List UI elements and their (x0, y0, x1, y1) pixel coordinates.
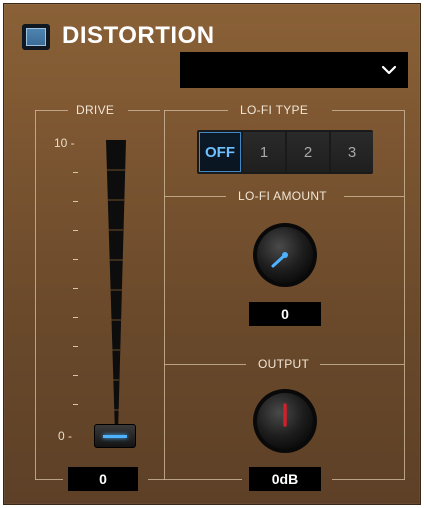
drive-frame-top-right (128, 110, 160, 111)
enable-toggle[interactable] (22, 24, 50, 50)
drive-tick (73, 346, 78, 347)
preset-dropdown[interactable] (180, 52, 408, 88)
drive-max-label: 10 - (54, 136, 75, 150)
amount-divider-left (164, 196, 226, 197)
lofi-type-3[interactable]: 3 (331, 132, 373, 172)
output-value[interactable]: 0dB (249, 467, 321, 491)
drive-tick (73, 259, 78, 260)
drive-tick (73, 317, 78, 318)
drive-min-label: 0 - (58, 429, 73, 443)
lofi-amount-label: LO-FI AMOUNT (238, 189, 327, 203)
amount-divider-right (344, 196, 404, 197)
lofi-type-label: LO-FI TYPE (240, 103, 309, 117)
fader-led (103, 435, 127, 438)
drive-tick (73, 404, 78, 405)
lofi-type-off[interactable]: OFF (199, 132, 241, 172)
drive-tick (73, 201, 78, 202)
drive-tick (73, 288, 78, 289)
lofi-amount-value[interactable]: 0 (249, 302, 321, 326)
drive-label: DRIVE (76, 103, 115, 117)
lofi-type-2[interactable]: 2 (287, 132, 329, 172)
drive-frame-bottom-left (35, 479, 63, 480)
toggle-led (26, 28, 46, 46)
chevron-down-icon (381, 65, 397, 75)
drive-tick (73, 172, 78, 173)
drive-slider-track[interactable] (92, 138, 132, 438)
output-divider-right (320, 364, 404, 365)
drive-value[interactable]: 0 (68, 467, 138, 491)
lofi-type-selector: OFF 1 2 3 (197, 130, 373, 174)
drive-tick (73, 375, 78, 376)
lofi-frame-top-right (332, 110, 404, 111)
drive-frame-top-left (35, 110, 68, 111)
drive-fader-handle[interactable] (94, 424, 136, 448)
lofi-frame-top-left (164, 110, 228, 111)
lofi-amount-knob[interactable] (252, 222, 318, 288)
lofi-frame-left (164, 110, 165, 480)
output-label: OUTPUT (258, 357, 310, 371)
output-knob[interactable] (252, 388, 318, 454)
output-divider-left (164, 364, 246, 365)
lofi-type-1[interactable]: 1 (243, 132, 285, 172)
frame-bottom-middle (148, 479, 242, 480)
drive-tick (73, 230, 78, 231)
frame-bottom-right (332, 479, 405, 480)
plugin-title: DISTORTION (62, 22, 215, 49)
drive-frame-left (35, 110, 36, 480)
lofi-frame-right (404, 110, 405, 480)
